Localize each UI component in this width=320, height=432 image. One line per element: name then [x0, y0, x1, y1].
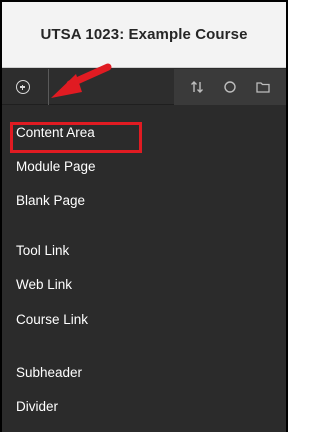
refresh-button[interactable] — [219, 76, 241, 98]
course-menu-panel: UTSA 1023: Example Course Content Area M… — [0, 0, 288, 432]
menu-item-tool-link[interactable]: Tool Link — [2, 236, 286, 264]
menu-item-label: Course Link — [16, 311, 89, 327]
menu-toolbar — [2, 69, 286, 105]
toolbar-actions — [174, 69, 286, 105]
menu-item-module-page[interactable]: Module Page — [2, 152, 286, 180]
toolbar-divider — [48, 69, 49, 105]
course-title: UTSA 1023: Example Course — [40, 26, 248, 43]
folder-view-button[interactable] — [252, 76, 274, 98]
menu-item-label: Content Area — [16, 124, 95, 140]
add-menu-item-button[interactable] — [2, 69, 44, 105]
add-circle-icon — [16, 80, 30, 94]
menu-item-course-link[interactable]: Course Link — [2, 305, 286, 333]
menu-item-divider[interactable]: Divider — [2, 392, 286, 420]
add-menu-dropdown: Content Area Module Page Blank Page Tool… — [2, 106, 286, 432]
menu-item-label: Subheader — [16, 364, 83, 380]
refresh-icon — [224, 81, 236, 93]
menu-item-web-link[interactable]: Web Link — [2, 270, 286, 298]
menu-item-label: Web Link — [16, 276, 73, 292]
menu-item-label: Blank Page — [16, 192, 86, 208]
folder-icon — [256, 82, 270, 93]
menu-item-blank-page[interactable]: Blank Page — [2, 186, 286, 214]
reorder-button[interactable] — [186, 76, 208, 98]
menu-item-content-area[interactable]: Content Area — [2, 118, 286, 146]
reorder-arrows-icon — [190, 81, 203, 93]
menu-item-label: Divider — [16, 398, 59, 414]
course-header: UTSA 1023: Example Course — [2, 2, 286, 68]
menu-item-label: Tool Link — [16, 242, 70, 258]
menu-item-label: Module Page — [16, 158, 96, 174]
menu-item-subheader[interactable]: Subheader — [2, 358, 286, 386]
